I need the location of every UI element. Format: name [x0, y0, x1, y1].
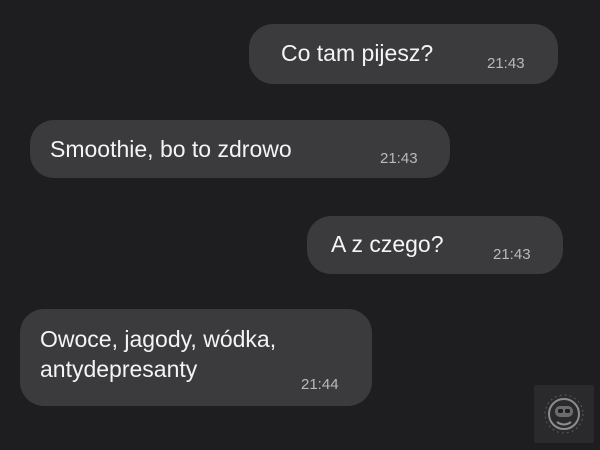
message-bubble-outgoing[interactable]: A z czego? 21:43	[307, 216, 563, 274]
message-timestamp: 21:43	[493, 246, 531, 263]
message-timestamp: 21:43	[380, 150, 418, 167]
message-text: Smoothie, bo to zdrowo	[50, 136, 292, 162]
message-bubble-incoming[interactable]: Smoothie, bo to zdrowo 21:43	[30, 120, 450, 178]
message-timestamp: 21:43	[487, 55, 525, 72]
astronaut-helmet-icon	[534, 385, 594, 443]
chat-conversation: Co tam pijesz? 21:43 Smoothie, bo to zdr…	[0, 0, 600, 450]
message-bubble-incoming[interactable]: Owoce, jagody, wódka, antydepresanty 21:…	[20, 309, 372, 406]
message-text: A z czego?	[331, 231, 444, 257]
message-bubble-outgoing[interactable]: Co tam pijesz? 21:43	[249, 24, 558, 84]
message-text: Co tam pijesz?	[281, 40, 434, 66]
message-text: Owoce, jagody, wódka, antydepresanty	[40, 326, 277, 382]
message-timestamp: 21:44	[301, 376, 339, 393]
